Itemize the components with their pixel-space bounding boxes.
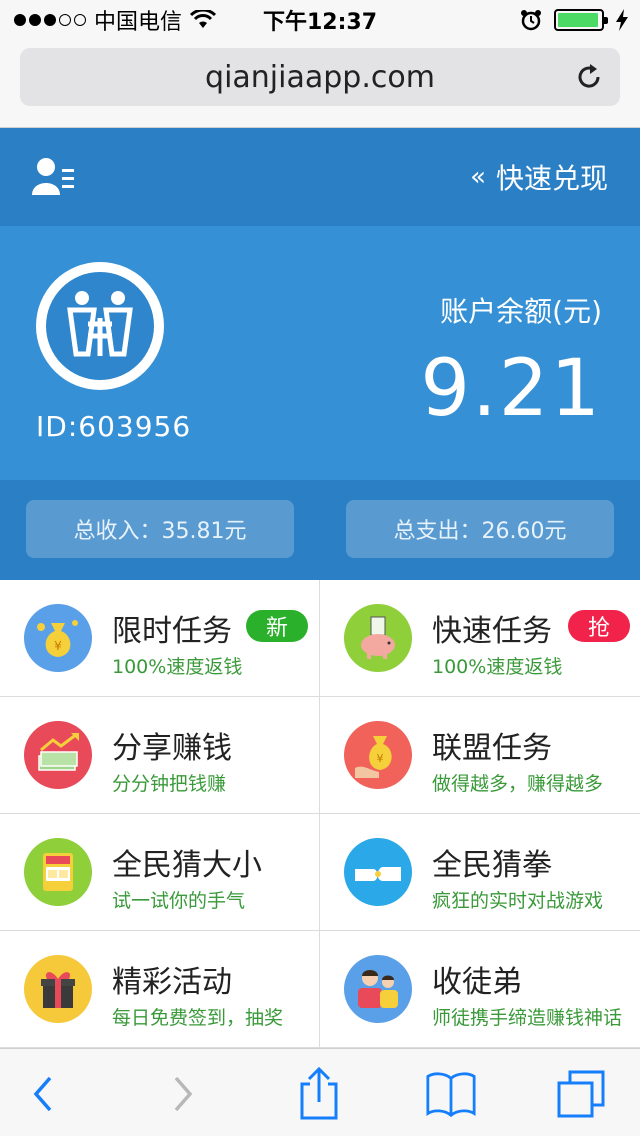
- task-title: 全民猜拳: [432, 848, 552, 883]
- task-subtitle: 疯狂的实时对战游戏: [432, 890, 604, 912]
- task-title: 联盟任务: [432, 731, 552, 766]
- charging-icon: [616, 9, 628, 31]
- chevron-right-icon: [174, 1076, 193, 1112]
- tabs-button[interactable]: [556, 1069, 606, 1119]
- avatar[interactable]: [36, 262, 164, 390]
- task-title: 全民猜大小: [112, 848, 262, 883]
- balance-label: 账户余额(元): [440, 295, 602, 328]
- user-id: ID:603956: [36, 410, 192, 443]
- master-apprentice-icon: [344, 955, 412, 1023]
- battery-icon: [554, 9, 608, 31]
- browser-bar: qianjiaapp.com: [0, 40, 640, 128]
- piggy-bank-icon: [344, 604, 412, 672]
- fist-bump-icon: [344, 838, 412, 906]
- share-icon: [300, 1066, 338, 1120]
- svg-text:¥: ¥: [54, 639, 62, 653]
- task-grid: ¥ 限时任务 新 100%速度返钱 快速任务 抢 100%速度返钱 分享赚钱 分…: [0, 580, 640, 1048]
- task-title: 限时任务: [112, 614, 232, 649]
- task-title: 快速任务: [432, 614, 552, 649]
- task-subtitle: 分分钟把钱赚: [112, 773, 227, 795]
- tabs-icon: [557, 1070, 605, 1118]
- url-text: qianjiaapp.com: [205, 59, 435, 95]
- browser-toolbar: [0, 1048, 640, 1136]
- task-card-events[interactable]: 精彩活动 每日免费签到，抽奖: [0, 931, 320, 1048]
- task-card-guess-size[interactable]: 全民猜大小 试一试你的手气: [0, 814, 320, 931]
- guess-machine-icon: [24, 838, 92, 906]
- new-badge: 新: [246, 610, 308, 642]
- grab-badge: 抢: [568, 610, 630, 642]
- url-field[interactable]: qianjiaapp.com: [20, 48, 620, 106]
- task-subtitle: 试一试你的手气: [112, 890, 246, 912]
- total-income: 总收入：35.81元: [26, 500, 294, 558]
- coin-hand-icon: ¥: [344, 721, 412, 789]
- task-card-alliance[interactable]: ¥ 联盟任务 做得越多，赚得越多: [320, 697, 640, 814]
- task-title: 分享赚钱: [112, 731, 232, 766]
- task-subtitle: 师徒携手缔造赚钱神话: [432, 1007, 623, 1029]
- double-chevron-left-icon: «: [470, 162, 486, 192]
- cash-stack-icon: [24, 721, 92, 789]
- task-subtitle: 100%速度返钱: [432, 656, 563, 678]
- forward-button[interactable]: [158, 1069, 208, 1119]
- money-bag-icon: ¥: [24, 604, 92, 672]
- quick-cashout-link[interactable]: « 快速兑现: [470, 157, 608, 197]
- task-subtitle: 做得越多，赚得越多: [432, 773, 604, 795]
- task-subtitle: 每日免费签到，抽奖: [112, 1007, 284, 1029]
- svg-text:¥: ¥: [377, 752, 384, 765]
- bookmarks-button[interactable]: [426, 1069, 476, 1119]
- user-menu-icon[interactable]: [32, 155, 76, 199]
- balance-value: 9.21: [420, 344, 602, 434]
- task-card-rock-paper[interactable]: 全民猜拳 疯狂的实时对战游戏: [320, 814, 640, 931]
- chevron-left-icon: [33, 1076, 52, 1112]
- app-logo-icon: [46, 272, 154, 380]
- alarm-icon: [521, 10, 541, 31]
- reload-icon[interactable]: [574, 62, 604, 92]
- task-title: 精彩活动: [112, 965, 232, 1000]
- task-card-share[interactable]: 分享赚钱 分分钟把钱赚: [0, 697, 320, 814]
- task-card-quick[interactable]: 快速任务 抢 100%速度返钱: [320, 580, 640, 697]
- carrier-label: 中国电信: [94, 10, 183, 35]
- gift-box-icon: [24, 955, 92, 1023]
- status-right: [520, 9, 628, 31]
- signal-icon: [14, 14, 86, 26]
- task-card-limited[interactable]: ¥ 限时任务 新 100%速度返钱: [0, 580, 320, 697]
- task-subtitle: 100%速度返钱: [112, 656, 243, 678]
- book-icon: [426, 1072, 476, 1118]
- total-expense: 总支出：26.60元: [346, 500, 614, 558]
- quick-cashout-label: 快速兑现: [495, 162, 608, 195]
- status-bar: 中国电信 下午12:37: [0, 0, 640, 40]
- app-header: « 快速兑现: [0, 128, 640, 226]
- account-panel: ID:603956 账户余额(元) 9.21: [0, 226, 640, 480]
- totals-row: 总收入：35.81元 总支出：26.60元: [0, 480, 640, 580]
- status-left: 中国电信: [14, 4, 217, 36]
- task-title: 收徒弟: [432, 965, 522, 1000]
- wifi-icon: [190, 10, 217, 28]
- share-button[interactable]: [294, 1066, 344, 1120]
- back-button[interactable]: [18, 1069, 68, 1119]
- task-card-apprentice[interactable]: 收徒弟 师徒携手缔造赚钱神话: [320, 931, 640, 1048]
